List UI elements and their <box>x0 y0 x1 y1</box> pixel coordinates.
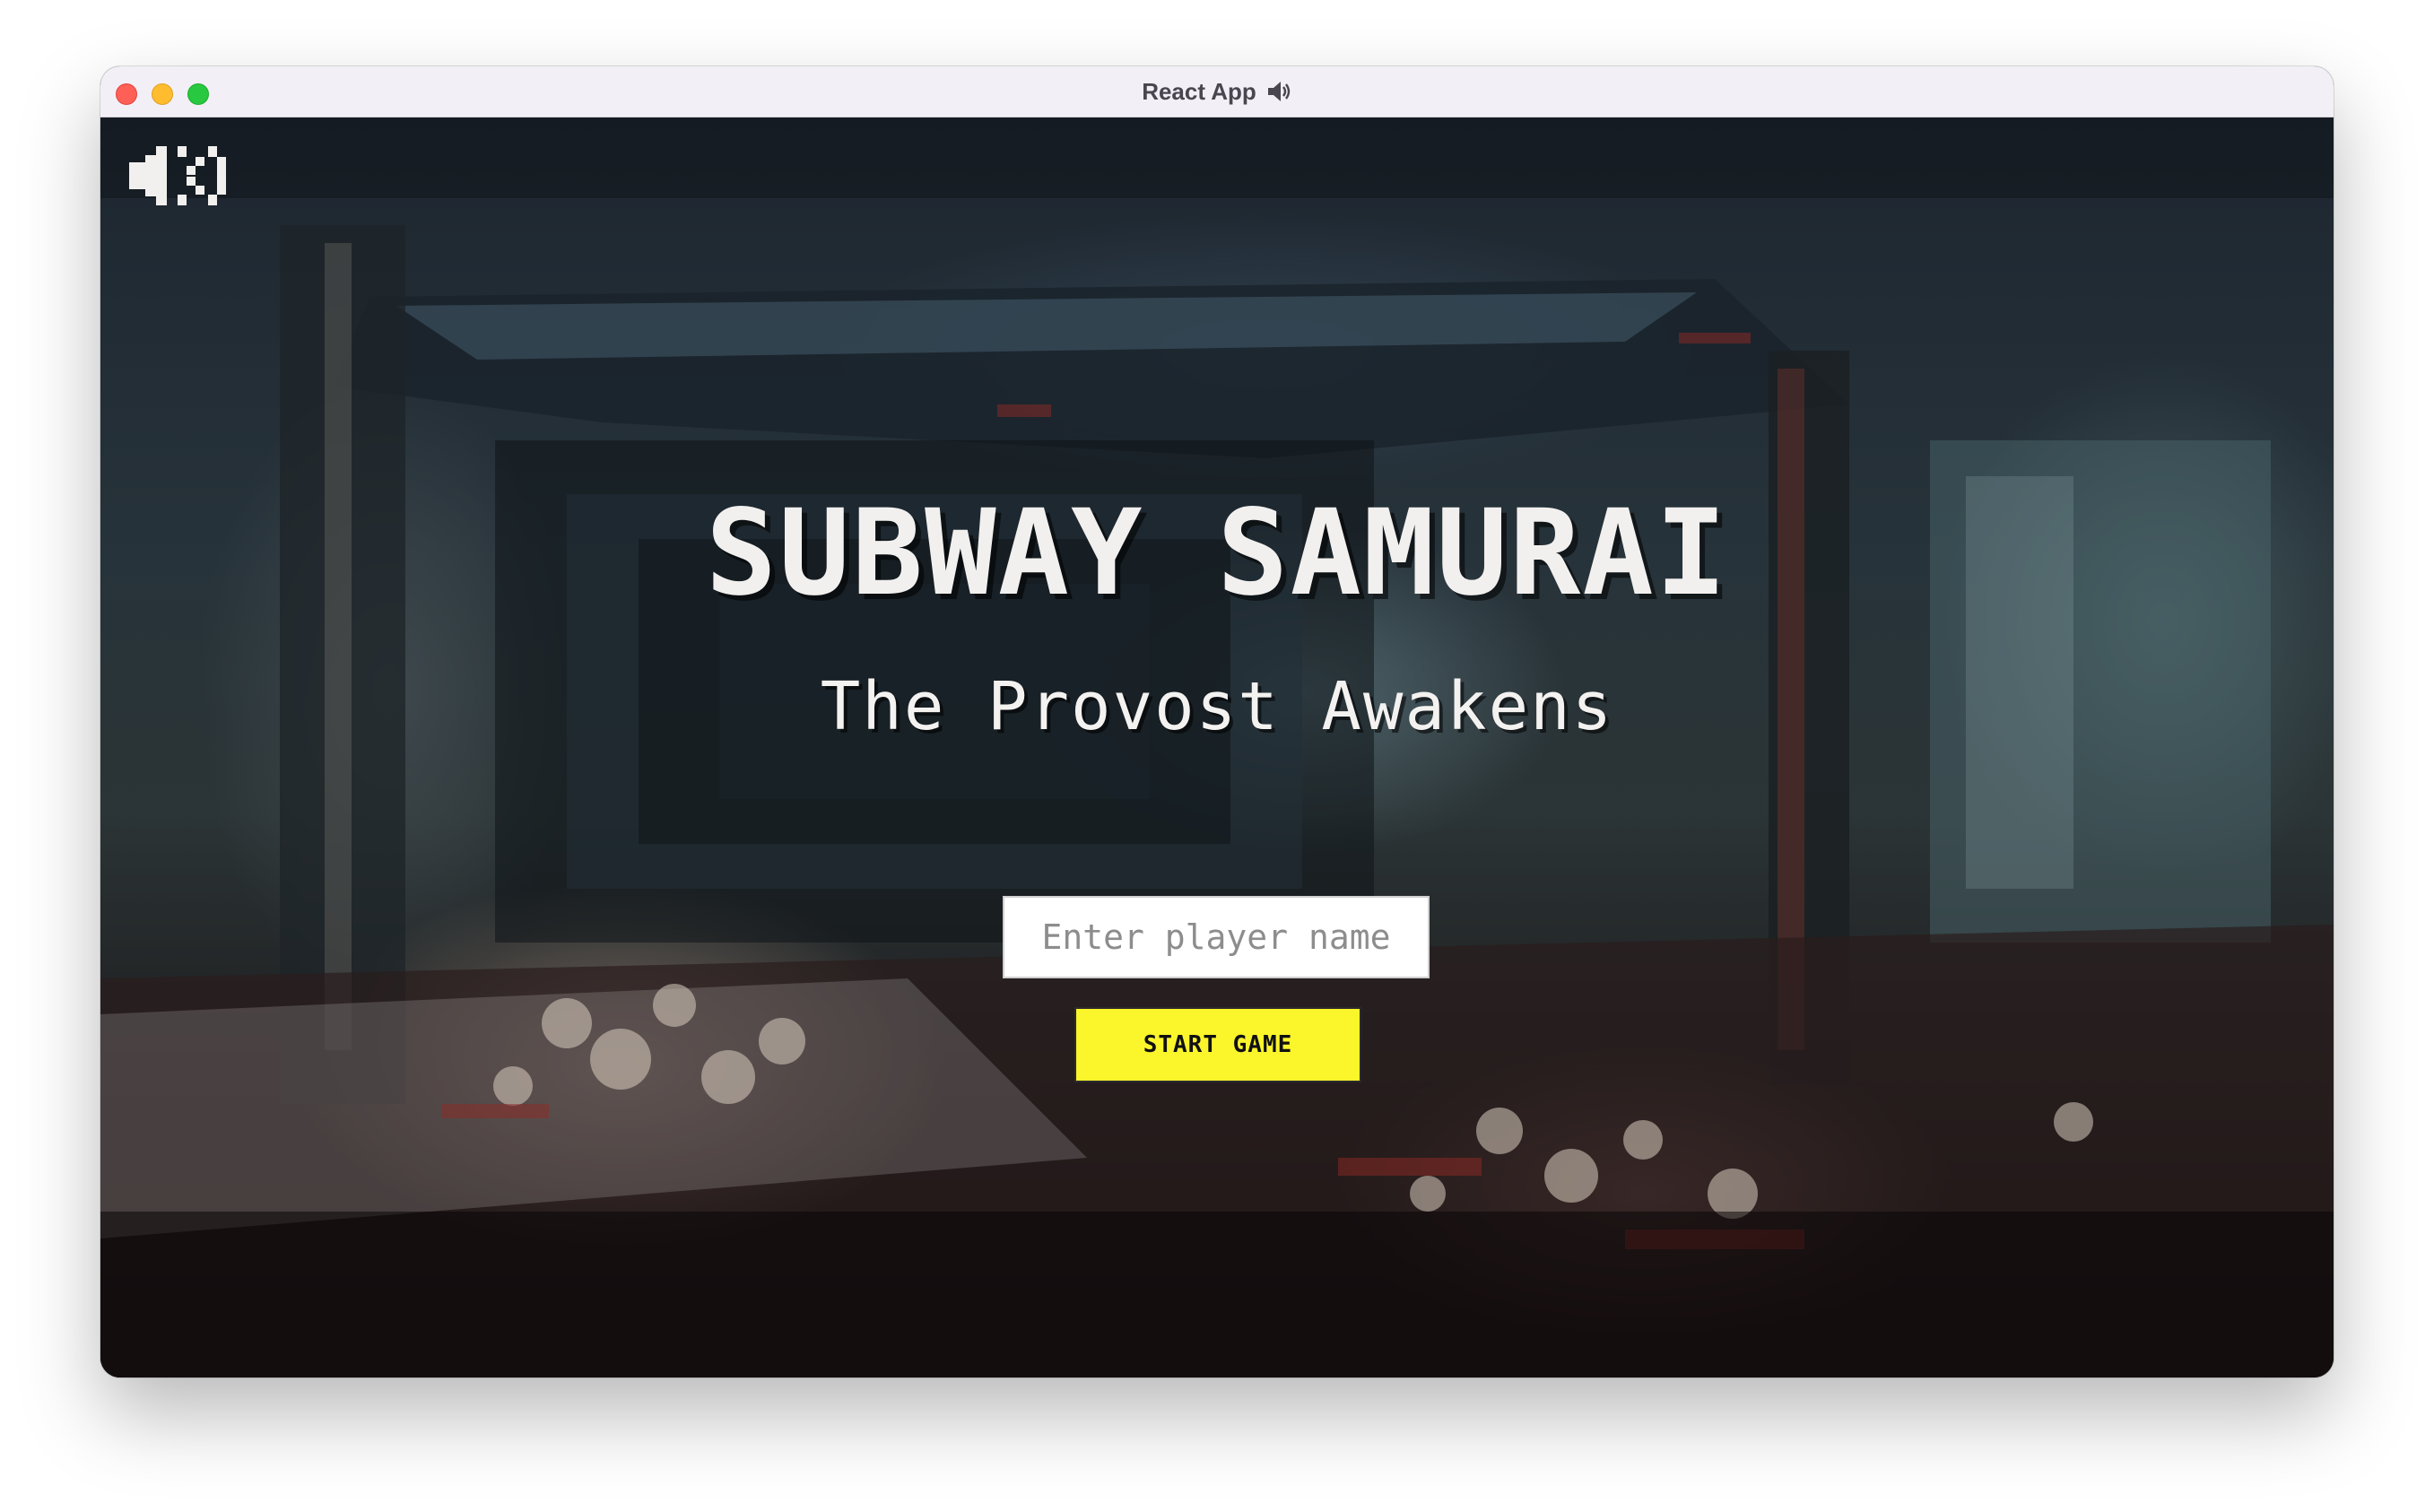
app-window: React App SUBWAY SAMURAI The Provost Awa… <box>100 66 2334 1377</box>
window-title: React App <box>1142 77 1256 105</box>
title-screen-panel: SUBWAY SAMURAI The Provost Awakens START… <box>100 117 2334 1377</box>
window-titlebar[interactable]: React App <box>100 66 2334 117</box>
game-screen: SUBWAY SAMURAI The Provost Awakens START… <box>100 117 2334 1377</box>
game-title: SUBWAY SAMURAI <box>705 484 1729 622</box>
window-title-group: React App <box>100 66 2334 117</box>
start-game-button[interactable]: START GAME <box>1074 1007 1361 1082</box>
speaker-icon <box>1267 82 1291 101</box>
desktop-backdrop: React App SUBWAY SAMURAI The Provost Awa… <box>0 0 2434 1512</box>
player-name-input[interactable] <box>1003 896 1430 978</box>
game-subtitle: The Provost Awakens <box>820 668 1614 745</box>
